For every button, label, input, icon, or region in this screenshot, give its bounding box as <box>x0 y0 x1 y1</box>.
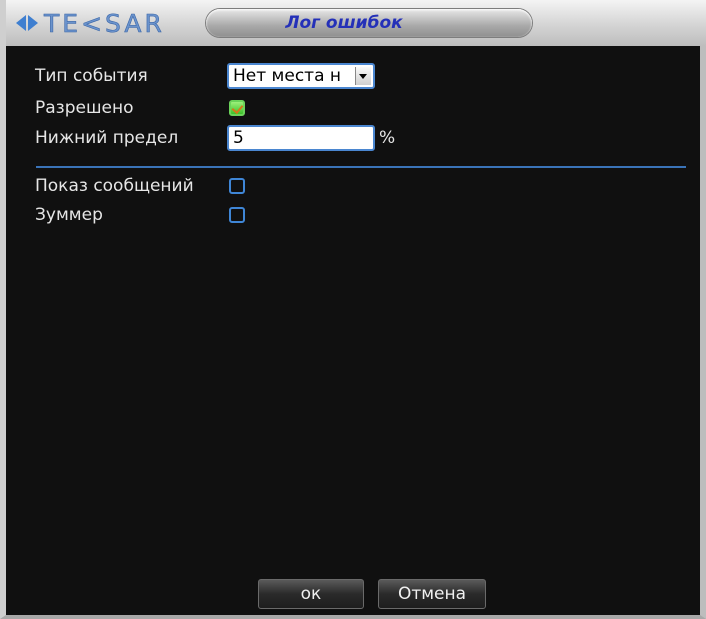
enabled-label: Разрешено <box>35 98 134 118</box>
cancel-button[interactable]: Отмена <box>378 579 486 609</box>
brand-logo: TE<SAR <box>16 8 165 38</box>
brand-arrows-icon <box>16 15 38 31</box>
section-divider <box>36 166 686 168</box>
lower-limit-unit: % <box>379 128 396 148</box>
lower-limit-input[interactable] <box>227 125 375 151</box>
buzzer-label: Зуммер <box>35 205 103 225</box>
enabled-checkbox[interactable] <box>229 100 245 116</box>
ok-button[interactable]: ок <box>258 579 364 609</box>
event-type-value: Нет места н <box>233 66 342 86</box>
title-pill: Лог ошибок <box>206 9 532 37</box>
buzzer-checkbox[interactable] <box>229 207 245 223</box>
event-type-select[interactable]: Нет места н <box>227 63 375 89</box>
show-message-checkbox[interactable] <box>229 178 245 194</box>
chevron-down-icon[interactable] <box>355 67 371 85</box>
event-type-label: Тип события <box>35 66 148 86</box>
brand-name: TE<SAR <box>44 8 165 38</box>
lower-limit-label: Нижний предел <box>35 128 179 148</box>
window-title: Лог ошибок <box>285 13 403 33</box>
title-bar[interactable]: TE<SAR Лог ошибок <box>6 0 706 46</box>
show-message-label: Показ сообщений <box>35 176 194 196</box>
dialog-window: TE<SAR Лог ошибок Тип события Нет места … <box>0 0 706 619</box>
